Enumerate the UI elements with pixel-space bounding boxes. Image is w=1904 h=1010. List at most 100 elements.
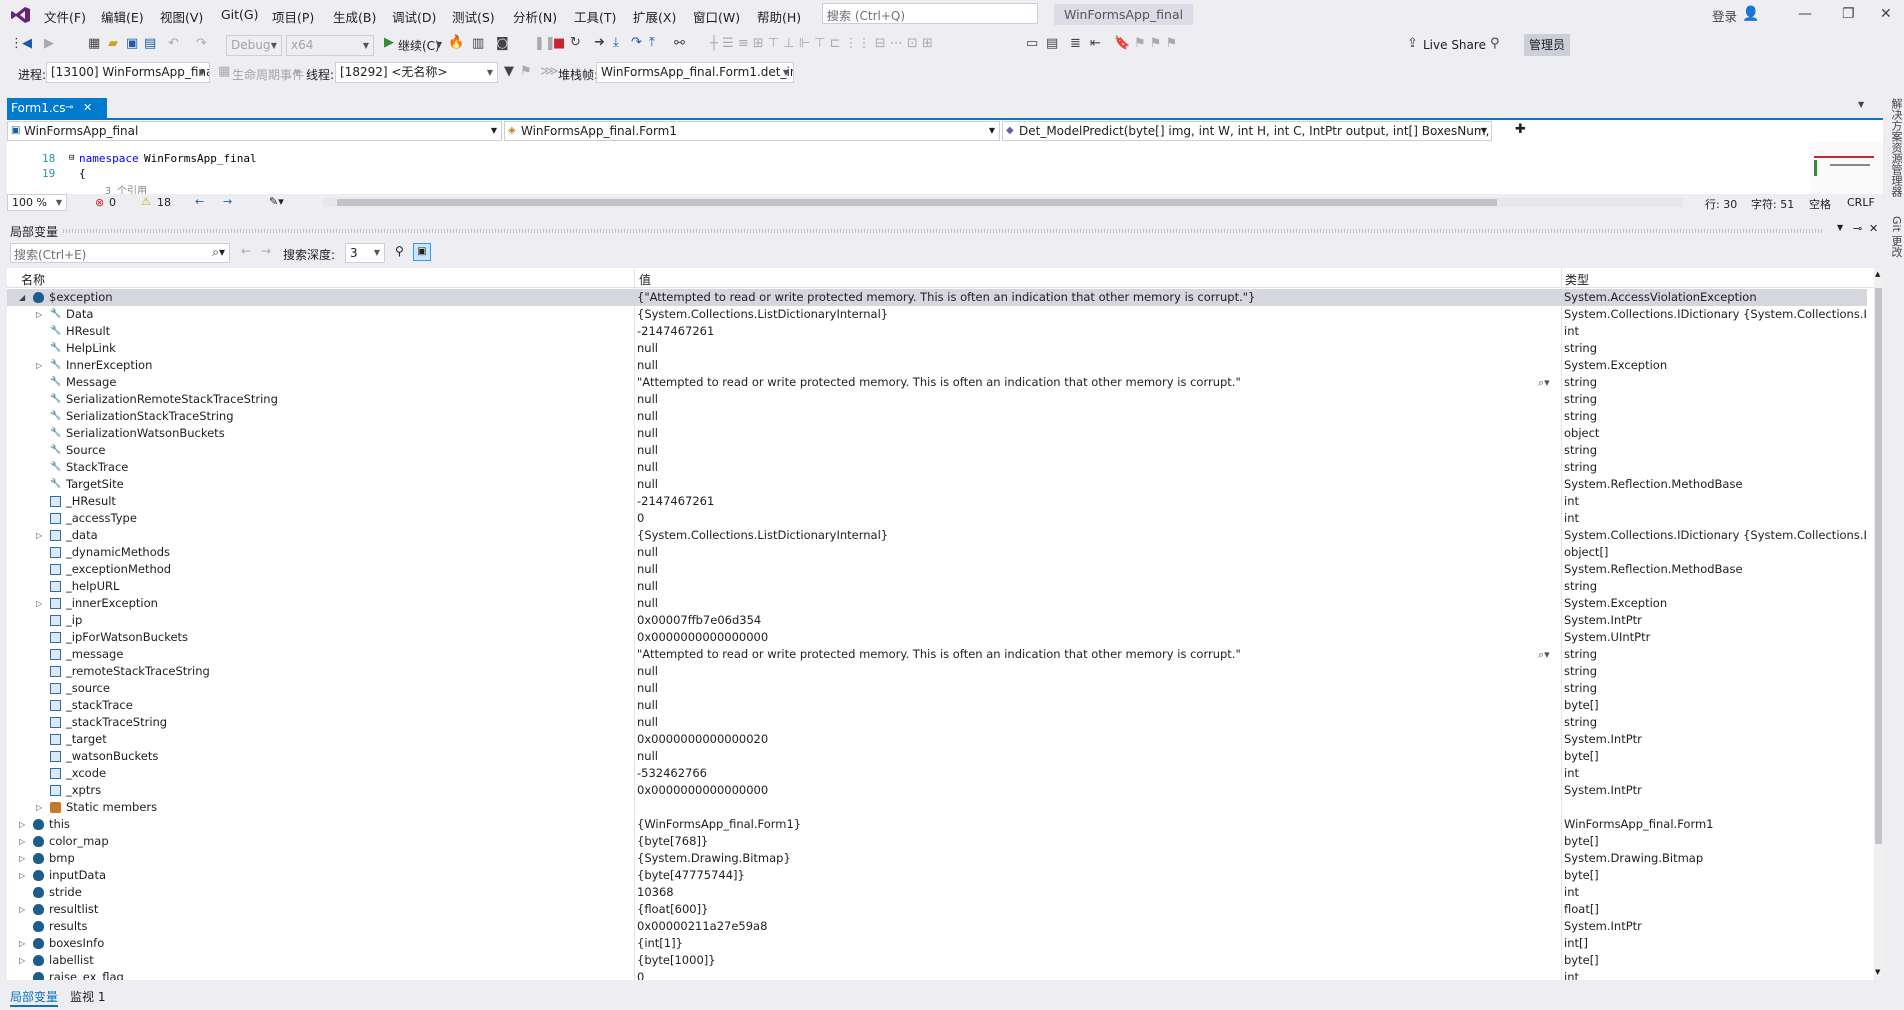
menu-item[interactable]: 生成(B) [333,7,376,26]
variable-value[interactable]: null [637,595,1537,612]
variable-value[interactable]: null [637,680,1537,697]
expand-icon[interactable]: ▷ [36,306,42,323]
variable-value[interactable]: null [637,578,1537,595]
variable-value[interactable]: 0 [637,969,1537,980]
table-row[interactable]: 🔧 SerializationWatsonBuckets null object [7,425,1867,442]
window-options-icon[interactable]: ▼ [1837,223,1843,232]
forward-icon[interactable]: ▶ [44,36,54,51]
variable-value[interactable]: -532462766 [637,765,1537,782]
scrollbar-thumb[interactable] [337,199,1497,206]
variable-value[interactable]: 0x0000000000000000 [637,782,1537,799]
line-ending[interactable]: CRLF [1847,196,1875,209]
table-row[interactable]: 🔧 StackTrace null string [7,459,1867,476]
variable-value[interactable]: null [637,425,1537,442]
variable-value[interactable]: null [637,561,1537,578]
table-row[interactable]: ▷ resultlist {float[600]} float[] [7,901,1867,918]
variable-value[interactable]: null [637,357,1537,374]
variable-value[interactable]: {byte[47775744]} [637,867,1537,884]
table-row[interactable]: ▷ this {WinFormsApp_final.Form1} WinFormsAp… [7,816,1867,833]
back-icon[interactable]: ◀ [22,36,32,51]
expand-icon[interactable]: ▷ [19,952,25,969]
table-row[interactable]: _remoteStackTraceString null string [7,663,1867,680]
expand-icon[interactable]: ▷ [36,527,42,544]
table-row[interactable]: 🔧 SerializationRemoteStackTraceString null… [7,391,1867,408]
restore-icon[interactable]: ❐ [1842,6,1855,22]
variable-value[interactable]: "Attempted to read or write protected me… [637,646,1537,663]
table-row[interactable]: _source null string [7,680,1867,697]
table-row[interactable]: ▷ color_map {byte[768]} byte[] [7,833,1867,850]
table-row[interactable]: _ipForWatsonBuckets 0x0000000000000000 Sys… [7,629,1867,646]
outline-collapse-icon[interactable]: ⊟ [69,153,74,163]
pin-icon[interactable]: ⊸ [65,98,73,118]
pin-icon[interactable]: ⊸ [1853,222,1862,235]
menu-item[interactable]: 扩展(X) [633,7,676,26]
variable-value[interactable]: 0x0000000000000020 [637,731,1537,748]
close-icon[interactable]: ✕ [1880,6,1892,22]
variable-value[interactable]: {byte[1000]} [637,952,1537,969]
hex-display-icon[interactable]: ⚯ [674,36,685,51]
close-icon[interactable]: ✕ [1869,222,1878,235]
whitespace-mode[interactable]: 空格 [1809,196,1831,212]
tab-watch-1[interactable]: 监视 1 [70,988,105,1005]
save-icon[interactable]: ▣ [126,36,138,51]
variable-value[interactable]: {int[1]} [637,935,1537,952]
member-combo[interactable]: ◆ Det_ModelPredict(byte[] img, int W, int… [1002,121,1492,141]
warning-icon[interactable]: ⚠ [141,195,151,208]
table-row[interactable]: ▷ Static members [7,799,1867,816]
menu-item[interactable]: 帮助(H) [757,7,801,26]
variable-value[interactable]: {byte[768]} [637,833,1537,850]
expand-icon[interactable]: ▷ [19,850,25,867]
variable-value[interactable]: null [637,340,1537,357]
table-row[interactable]: ▷ 🔧 Data {System.Collections.ListDictionary… [7,306,1867,323]
table-row[interactable]: _HResult -2147467261 int [7,493,1867,510]
table-row[interactable]: 🔧 TargetSite null System.Reflection.MethodB… [7,476,1867,493]
code-editor[interactable]: 18 19 ⊟ namespace WinFormsApp_final { 3 … [7,142,1883,197]
table-row[interactable]: stride 10368 int [7,884,1867,901]
nav-back-icon[interactable]: ← [195,195,204,208]
redo-icon[interactable]: ↷ [196,36,207,51]
table-row[interactable]: ▷ inputData {byte[47775744]} byte[] [7,867,1867,884]
menu-item[interactable]: 项目(P) [272,7,314,26]
table-row[interactable]: 🔧 Source null string [7,442,1867,459]
hot-reload-icon[interactable]: 🔥 [448,35,464,50]
table-row[interactable]: _target 0x0000000000000020 System.IntPtr [7,731,1867,748]
variable-value[interactable]: null [637,663,1537,680]
collapse-icon[interactable]: ◢ [19,289,25,306]
variable-value[interactable]: -2147467261 [637,323,1537,340]
variable-value[interactable]: 0 [637,510,1537,527]
expand-icon[interactable]: ▷ [36,595,42,612]
stack-toggle-icon[interactable]: ⋙ [540,64,559,79]
thread-combo[interactable]: [18292] <无名称> ▼ [335,62,498,83]
variable-value[interactable]: 10368 [637,884,1537,901]
menu-item[interactable]: 文件(F) [44,7,86,26]
text-visualizer-icon[interactable]: ⌕▾ [1538,646,1550,663]
table-row[interactable]: 🔧 Message "Attempted to read or write prot… [7,374,1867,391]
filter-icon[interactable]: ▼ [504,64,514,79]
table-row[interactable]: 🔧 HResult -2147467261 int [7,323,1867,340]
variable-value[interactable]: null [637,408,1537,425]
locals-search-input[interactable]: 搜索(Ctrl+E) ⌕▾ [10,243,230,263]
variable-value[interactable]: {"Attempted to read or write protected m… [637,289,1537,306]
tab-form1-cs[interactable]: Form1.cs ⊸ ✕ [7,98,107,118]
text-visualizer-icon[interactable]: ⌕▾ [1538,374,1550,391]
table-row[interactable]: 🔧 HelpLink null string [7,340,1867,357]
code-minimap[interactable] [1810,142,1883,194]
search-input[interactable]: 搜索 (Ctrl+Q) ⌕ [822,3,1038,24]
menu-item[interactable]: 工具(T) [574,7,616,26]
expand-icon[interactable]: ▷ [36,357,42,374]
variable-value[interactable]: null [637,476,1537,493]
menu-item[interactable]: 窗口(W) [693,7,740,26]
table-row[interactable]: _watsonBuckets null byte[] [7,748,1867,765]
platform-combo[interactable]: x64 ▼ [286,35,374,56]
variable-value[interactable]: null [637,697,1537,714]
stack-frame-combo[interactable]: WinFormsApp_final.Form1.det_infer_or▼ [596,62,794,83]
expand-icon[interactable]: ▷ [19,816,25,833]
menu-item[interactable]: 调试(D) [392,7,436,26]
cleanup-icon[interactable]: ✎▾ [269,195,284,208]
close-tab-icon[interactable]: ✕ [83,98,92,118]
step-out-icon[interactable]: ⤒ [649,35,655,50]
project-combo[interactable]: ▣ WinFormsApp_final ▼ [7,121,502,141]
outdent-icon[interactable]: ⇤ [1090,36,1101,51]
table-row[interactable]: _ip 0x00007ffb7e06d354 System.IntPtr [7,612,1867,629]
table-row[interactable]: ▷ _data {System.Collections.ListDictionary… [7,527,1867,544]
